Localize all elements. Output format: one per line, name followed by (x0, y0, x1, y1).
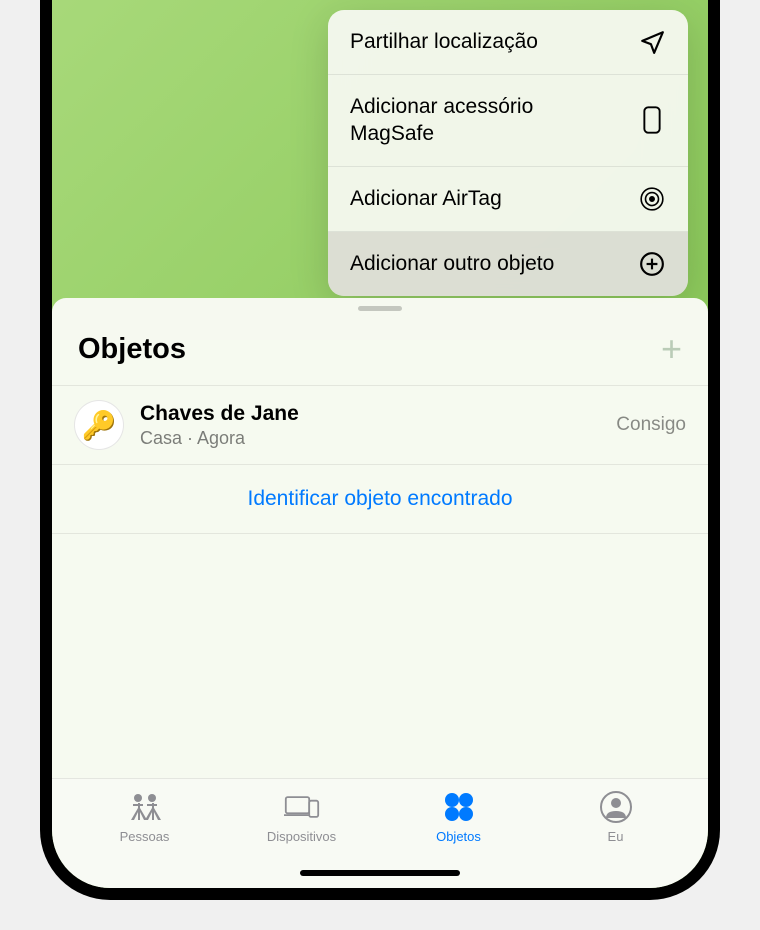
add-menu-popup: Partilhar localização Adicionar acessóri… (328, 10, 688, 296)
phone-outline-icon (638, 106, 666, 134)
person-icon (598, 789, 634, 825)
object-item-icon-container: 🔑 (74, 400, 124, 450)
tab-me[interactable]: Eu (537, 789, 694, 888)
tab-label: Objetos (436, 829, 481, 844)
menu-item-share-location[interactable]: Partilhar localização (328, 10, 688, 75)
object-item-location: Casa · Agora (140, 428, 616, 449)
menu-item-label: Partilhar localização (350, 28, 538, 55)
tab-people[interactable]: Pessoas (66, 789, 223, 888)
object-item-name: Chaves de Jane (140, 402, 616, 426)
object-item-status: Consigo (616, 414, 686, 436)
key-icon: 🔑 (82, 409, 117, 442)
menu-item-add-airtag[interactable]: Adicionar AirTag (328, 167, 688, 232)
phone-frame: Partilhar localização Adicionar acessóri… (40, 0, 720, 900)
people-icon (127, 789, 163, 825)
tab-label: Dispositivos (267, 829, 336, 844)
object-item-row[interactable]: 🔑 Chaves de Jane Casa · Agora Consigo (52, 385, 708, 465)
plus-circle-icon (638, 250, 666, 278)
objects-sheet: Objetos + 🔑 Chaves de Jane Casa · Agora … (52, 298, 708, 888)
phone-screen: Partilhar localização Adicionar acessóri… (52, 0, 708, 888)
devices-icon (284, 789, 320, 825)
tab-label: Eu (608, 829, 624, 844)
airtag-icon (638, 185, 666, 213)
sheet-title: Objetos (78, 333, 186, 366)
menu-item-label: Adicionar AirTag (350, 185, 502, 212)
home-indicator[interactable] (300, 870, 460, 876)
identify-found-link[interactable]: Identificar objeto encontrado (52, 465, 708, 534)
tab-label: Pessoas (120, 829, 170, 844)
menu-item-add-other[interactable]: Adicionar outro objeto (328, 232, 688, 296)
menu-item-add-magsafe[interactable]: Adicionar acessório MagSafe (328, 75, 688, 167)
add-object-button[interactable]: + (661, 331, 682, 367)
grid-icon (441, 789, 477, 825)
object-item-info: Chaves de Jane Casa · Agora (140, 402, 616, 449)
location-arrow-icon (638, 28, 666, 56)
menu-item-label: Adicionar acessório MagSafe (350, 93, 622, 148)
menu-item-label: Adicionar outro objeto (350, 250, 554, 277)
sheet-header: Objetos + (52, 311, 708, 385)
